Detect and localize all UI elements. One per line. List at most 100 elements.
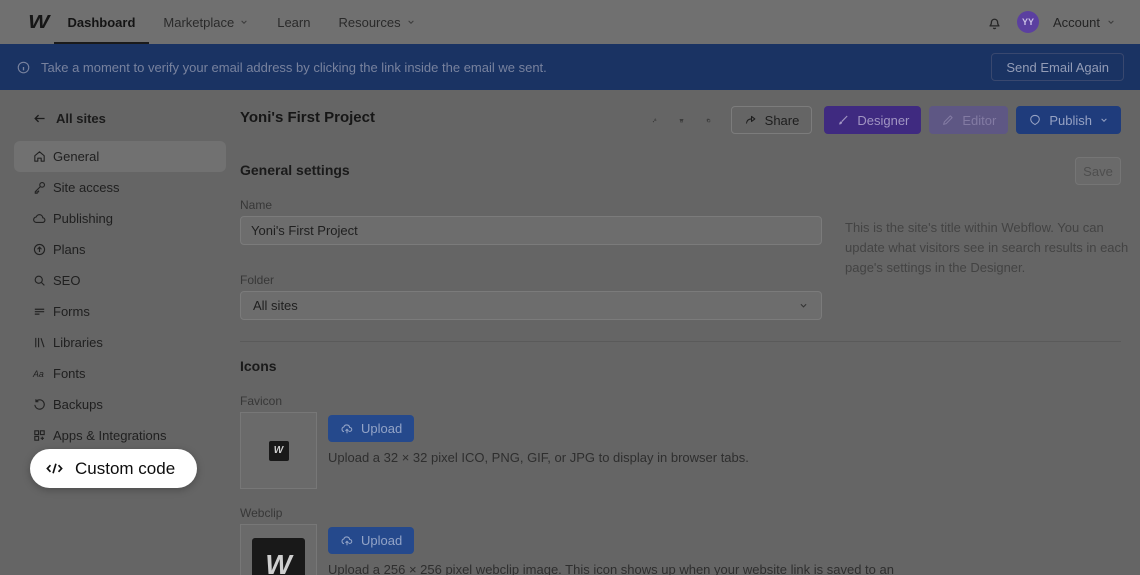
designer-label: Designer bbox=[857, 113, 909, 128]
general-settings-heading: General settings bbox=[240, 162, 350, 178]
transfer-site-icon[interactable] bbox=[646, 112, 663, 129]
info-icon bbox=[16, 60, 31, 75]
sidebar-item-label: Publishing bbox=[53, 211, 113, 226]
sidebar-item-libraries[interactable]: Libraries bbox=[14, 327, 226, 358]
back-label: All sites bbox=[56, 111, 106, 126]
sidebar-item-forms[interactable]: Forms bbox=[14, 296, 226, 327]
banner-message: Take a moment to verify your email addre… bbox=[41, 60, 547, 75]
sidebar-item-label: Backups bbox=[53, 397, 103, 412]
upgrade-circle-icon bbox=[32, 242, 47, 257]
verify-email-banner: Take a moment to verify your email addre… bbox=[0, 44, 1140, 90]
duplicate-icon[interactable] bbox=[700, 112, 717, 129]
editor-label: Editor bbox=[962, 113, 996, 128]
cloud-icon bbox=[32, 211, 47, 226]
home-icon bbox=[32, 149, 47, 164]
restore-icon bbox=[32, 397, 47, 412]
nav-tab-learn[interactable]: Learn bbox=[263, 0, 324, 44]
share-button[interactable]: Share bbox=[731, 106, 813, 134]
webclip-upload-button[interactable]: Upload bbox=[328, 527, 414, 554]
forms-lines-icon bbox=[32, 304, 47, 319]
custom-code-label: Custom code bbox=[75, 459, 175, 479]
publish-button[interactable]: Publish bbox=[1016, 106, 1121, 134]
paintbrush-icon bbox=[836, 113, 850, 127]
share-label: Share bbox=[765, 113, 800, 128]
upload-cloud-icon bbox=[340, 422, 354, 436]
sidebar-item-label: Forms bbox=[53, 304, 90, 319]
avatar[interactable]: YY bbox=[1017, 11, 1039, 33]
search-icon bbox=[32, 273, 47, 288]
nav-tab-label: Resources bbox=[338, 15, 400, 30]
page-title: Yoni's First Project bbox=[240, 109, 375, 126]
sidebar-item-backups[interactable]: Backups bbox=[14, 389, 226, 420]
favicon-upload-button[interactable]: Upload bbox=[328, 415, 414, 442]
nav-tab-label: Learn bbox=[277, 15, 310, 30]
back-to-all-sites[interactable]: All sites bbox=[0, 104, 240, 132]
folder-field-label: Folder bbox=[240, 273, 274, 287]
settings-sidebar: All sites General Site access Publishing… bbox=[0, 90, 240, 575]
sidebar-item-label: General bbox=[53, 149, 99, 164]
send-email-again-button[interactable]: Send Email Again bbox=[991, 53, 1124, 81]
name-help-text: This is the site's title within Webflow.… bbox=[845, 218, 1137, 278]
sidebar-item-label: Plans bbox=[53, 242, 86, 257]
webclip-image: W bbox=[252, 538, 305, 575]
sidebar-item-publishing[interactable]: Publishing bbox=[14, 203, 226, 234]
account-label: Account bbox=[1053, 15, 1100, 30]
favicon-description: Upload a 32 × 32 pixel ICO, PNG, GIF, or… bbox=[328, 450, 1128, 465]
sidebar-item-apps-integrations[interactable]: Apps & Integrations bbox=[14, 420, 226, 451]
sidebar-item-plans[interactable]: Plans bbox=[14, 234, 226, 265]
code-icon bbox=[45, 459, 64, 478]
sidebar-item-custom-code-highlighted[interactable]: Custom code bbox=[30, 449, 197, 488]
chevron-down-icon bbox=[1106, 17, 1116, 27]
sidebar-item-general[interactable]: General bbox=[14, 141, 226, 172]
sidebar-item-label: Site access bbox=[53, 180, 119, 195]
fonts-aa-icon: Aa bbox=[32, 366, 47, 381]
nav-tab-marketplace[interactable]: Marketplace bbox=[149, 0, 263, 44]
name-field-label: Name bbox=[240, 198, 272, 212]
sidebar-item-site-access[interactable]: Site access bbox=[14, 172, 226, 203]
chevron-down-icon bbox=[1099, 115, 1109, 125]
folder-selected-value: All sites bbox=[253, 298, 298, 313]
webclip-description: Upload a 256 × 256 pixel webclip image. … bbox=[328, 562, 1128, 575]
account-menu[interactable]: Account bbox=[1053, 15, 1116, 30]
sidebar-item-seo[interactable]: SEO bbox=[14, 265, 226, 296]
nav-tab-dashboard[interactable]: Dashboard bbox=[54, 0, 150, 44]
publish-label: Publish bbox=[1049, 113, 1092, 128]
save-button[interactable]: Save bbox=[1075, 157, 1121, 185]
chevron-down-icon bbox=[406, 17, 416, 27]
sidebar-item-label: Fonts bbox=[53, 366, 86, 381]
section-divider bbox=[240, 341, 1121, 342]
open-editor-button[interactable]: Editor bbox=[929, 106, 1008, 134]
webclip-label: Webclip bbox=[240, 506, 282, 520]
arrow-left-icon bbox=[32, 111, 47, 126]
favicon-label: Favicon bbox=[240, 394, 282, 408]
chevron-down-icon bbox=[239, 17, 249, 27]
chevron-down-icon bbox=[798, 300, 809, 311]
webclip-preview: W bbox=[240, 524, 317, 575]
sidebar-item-label: SEO bbox=[53, 273, 80, 288]
upload-label: Upload bbox=[361, 533, 402, 548]
publish-icon bbox=[1028, 113, 1042, 127]
apps-grid-icon bbox=[32, 428, 47, 443]
folder-select[interactable]: All sites bbox=[240, 291, 822, 320]
favicon-image: W bbox=[269, 441, 289, 461]
webflow-logo-icon[interactable]: W bbox=[28, 12, 47, 33]
top-nav: W Dashboard Marketplace Learn Resources … bbox=[0, 0, 1140, 44]
sidebar-item-label: Libraries bbox=[53, 335, 103, 350]
icons-heading: Icons bbox=[240, 358, 277, 374]
open-designer-button[interactable]: Designer bbox=[824, 106, 921, 134]
site-name-input[interactable] bbox=[240, 216, 822, 245]
libraries-icon bbox=[32, 335, 47, 350]
share-arrow-icon bbox=[744, 113, 758, 127]
nav-tab-label: Dashboard bbox=[68, 15, 136, 30]
upload-cloud-icon bbox=[340, 534, 354, 548]
upload-label: Upload bbox=[361, 421, 402, 436]
main-content: Yoni's First Project Share Designer Edit… bbox=[240, 90, 1140, 575]
key-icon bbox=[32, 180, 47, 195]
nav-tab-resources[interactable]: Resources bbox=[324, 0, 429, 44]
sidebar-item-fonts[interactable]: Aa Fonts bbox=[14, 358, 226, 389]
archive-icon[interactable] bbox=[673, 112, 690, 129]
svg-text:Aa: Aa bbox=[32, 369, 44, 379]
pencil-icon bbox=[941, 113, 955, 127]
notifications-bell-icon[interactable] bbox=[986, 14, 1003, 31]
nav-tab-label: Marketplace bbox=[163, 15, 234, 30]
